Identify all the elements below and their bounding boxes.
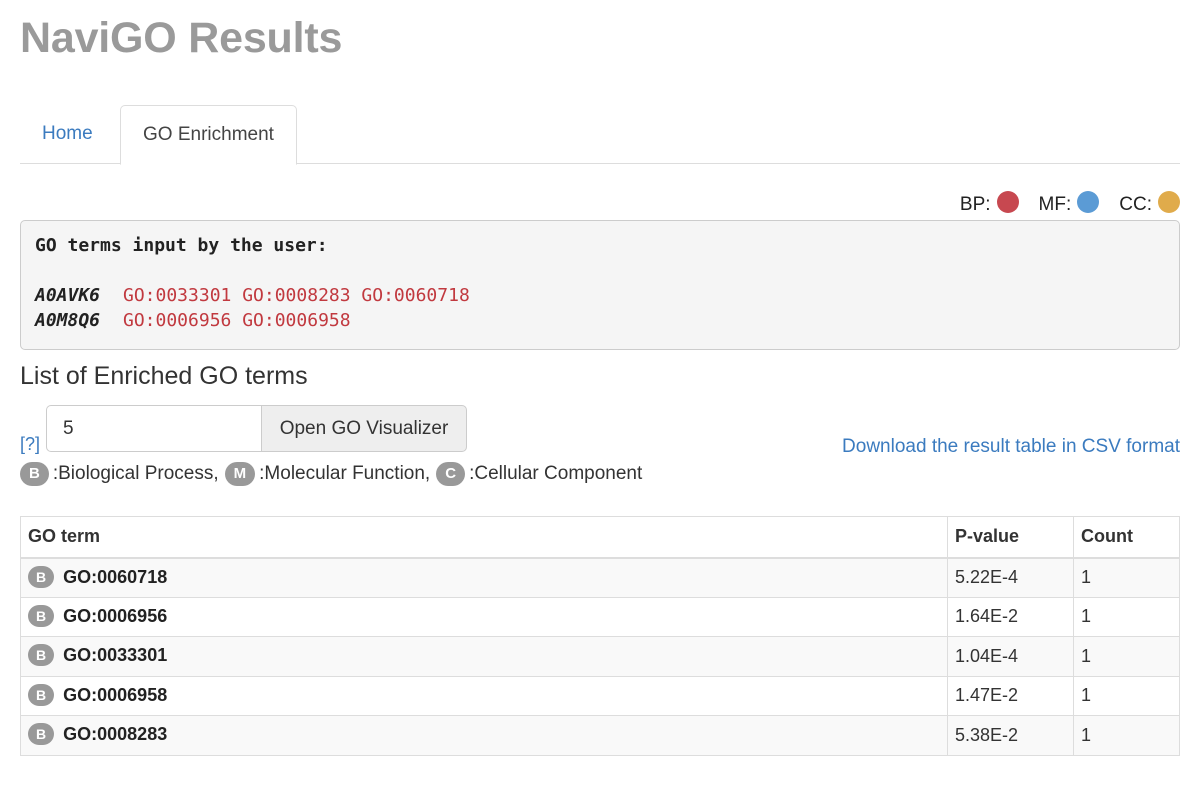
category-badge: B <box>28 723 55 746</box>
col-header-count[interactable]: Count <box>1073 516 1180 559</box>
go-term-id[interactable]: GO:0008283 <box>63 724 167 744</box>
legend-mf-label: MF: <box>1038 194 1072 215</box>
category-badge-c: C <box>436 462 466 486</box>
gene-go-terms: GO:0006956 GO:0006958 <box>123 310 351 331</box>
go-term-cell: B GO:0006958 <box>20 675 948 716</box>
count-cell: 1 <box>1073 675 1180 716</box>
legend-cc: CC: <box>1119 191 1180 216</box>
count-cell: 1 <box>1073 636 1180 677</box>
go-term-id[interactable]: GO:0060718 <box>63 567 167 587</box>
table-row: B GO:0008283 5.38E-2 1 <box>20 715 1180 756</box>
category-key: B :Biological Process, M :Molecular Func… <box>20 462 648 486</box>
table-row: B GO:0006958 1.47E-2 1 <box>20 675 1180 716</box>
category-label-bp: :Biological Process, <box>52 463 219 484</box>
tab-home[interactable]: Home <box>20 105 115 164</box>
gene-go-terms: GO:0033301 GO:0008283 GO:0060718 <box>123 285 470 306</box>
col-header-go-term[interactable]: GO term <box>20 516 948 559</box>
p-value-cell: 5.38E-2 <box>947 715 1074 756</box>
user-input-box: GO terms input by the user: A0AVK6 GO:003… <box>20 220 1180 350</box>
category-badge: B <box>28 644 55 667</box>
go-term-id[interactable]: GO:0006956 <box>63 606 167 626</box>
category-label-mf: :Molecular Function, <box>259 463 431 484</box>
tab-go-enrichment[interactable]: GO Enrichment <box>120 105 297 165</box>
go-term-id[interactable]: GO:0006958 <box>63 685 167 705</box>
legend-bp-label: BP: <box>959 194 991 215</box>
p-value-cell: 1.47E-2 <box>947 675 1074 716</box>
mf-color-dot-icon <box>1077 191 1100 213</box>
help-link[interactable]: [?] <box>20 434 40 455</box>
gene-name: A0M8Q6 <box>35 310 101 331</box>
category-badge: B <box>28 604 55 627</box>
tab-bar: Home GO Enrichment <box>20 105 1180 165</box>
p-value-cell: 5.22E-4 <box>947 557 1074 598</box>
visualizer-input-group: Open GO Visualizer <box>46 405 467 452</box>
count-cell: 1 <box>1073 715 1180 756</box>
col-header-p-value[interactable]: P-value <box>947 516 1074 559</box>
category-badge: B <box>28 565 55 588</box>
go-term-cell: B GO:0033301 <box>20 636 948 677</box>
user-input-gene-row: A0M8Q6 GO:0006956 GO:0006958 <box>35 310 1165 335</box>
p-value-cell: 1.64E-2 <box>947 596 1074 637</box>
table-row: B GO:0006956 1.64E-2 1 <box>20 596 1180 637</box>
section-title: List of Enriched GO terms <box>20 362 308 390</box>
user-input-header: GO terms input by the user: <box>35 235 328 256</box>
category-badge-m: M <box>224 462 256 486</box>
go-term-cell: B GO:0006956 <box>20 596 948 637</box>
category-color-legend: BP: MF: CC: <box>940 190 1180 220</box>
table-header-row: GO term P-value Count <box>20 516 1180 559</box>
category-label-cc: :Cellular Component <box>469 463 643 484</box>
go-term-id[interactable]: GO:0033301 <box>63 645 167 665</box>
open-go-visualizer-button[interactable]: Open GO Visualizer <box>261 405 467 452</box>
legend-mf: MF: <box>1038 191 1100 216</box>
download-csv-link[interactable]: Download the result table in CSV format <box>842 436 1180 458</box>
go-term-cell: B GO:0008283 <box>20 715 948 756</box>
user-input-gene-row: A0AVK6 GO:0033301 GO:0008283 GO:0060718 <box>35 285 1165 310</box>
category-badge: B <box>28 683 55 706</box>
legend-bp: BP: <box>959 191 1019 216</box>
results-table: GO term P-value Count B GO:0060718 5.22E… <box>20 516 1180 756</box>
term-count-input[interactable] <box>46 405 261 452</box>
table-row: B GO:0060718 5.22E-4 1 <box>20 557 1180 598</box>
go-term-cell: B GO:0060718 <box>20 557 948 598</box>
category-badge-b: B <box>20 462 49 486</box>
table-row: B GO:0033301 1.04E-4 1 <box>20 636 1180 677</box>
gene-name: A0AVK6 <box>35 285 101 306</box>
count-cell: 1 <box>1073 596 1180 637</box>
bp-color-dot-icon <box>996 191 1019 213</box>
p-value-cell: 1.04E-4 <box>947 636 1074 677</box>
legend-cc-label: CC: <box>1119 194 1152 215</box>
page-title: NaviGO Results <box>20 14 343 62</box>
count-cell: 1 <box>1073 557 1180 598</box>
cc-color-dot-icon <box>1158 191 1180 213</box>
